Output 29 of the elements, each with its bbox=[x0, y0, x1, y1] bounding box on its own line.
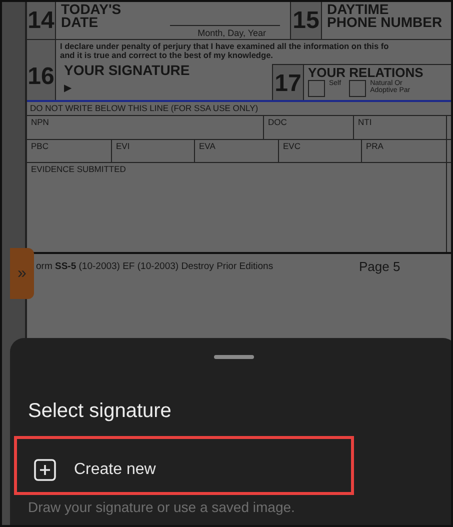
date-hint: Month, Day, Year bbox=[170, 25, 280, 38]
table-cell: EVC bbox=[279, 140, 362, 162]
declaration-text: I declare under penalty of perjury that I have examined all the information on this fo and it is true and correct to the best of my knowledge. bbox=[59, 40, 390, 60]
create-new-option[interactable]: Create new bbox=[14, 436, 354, 495]
field-number: 16 bbox=[27, 40, 56, 100]
sheet-description: Draw your signature or use a saved image. bbox=[28, 499, 296, 515]
field-title: YOUR SIGNATURE bbox=[64, 62, 191, 78]
table-cell: NPN bbox=[27, 116, 264, 139]
field-title: DAYTIME PHONE NUMBER bbox=[327, 3, 444, 29]
form-edition: orm SS-5 (10-2003) EF (10-2003) Destroy Prior Editions bbox=[36, 260, 274, 272]
field-number: 15 bbox=[290, 2, 322, 39]
field-number: 17 bbox=[272, 64, 304, 100]
table-cell: PBC bbox=[27, 140, 112, 162]
drag-handle[interactable] bbox=[214, 355, 254, 359]
page-number: Page 5 bbox=[359, 258, 400, 274]
checkbox[interactable] bbox=[308, 80, 325, 97]
table-cell: EVA bbox=[195, 140, 279, 162]
checkbox[interactable] bbox=[349, 80, 366, 97]
field-title: TODAY'S DATE bbox=[61, 3, 122, 29]
arrow-marker: ▶ bbox=[64, 82, 73, 94]
field-title: YOUR RELATIONS bbox=[308, 65, 424, 80]
table-cell: NTI bbox=[354, 116, 447, 139]
sheet-title: Select signature bbox=[28, 400, 172, 423]
field-number: 14 bbox=[27, 2, 56, 39]
table-cell: EVI bbox=[112, 140, 195, 162]
section-heading: DO NOT WRITE BELOW THIS LINE (FOR SSA USE ONLY) bbox=[27, 102, 451, 116]
plus-icon bbox=[34, 458, 56, 480]
table-cell: PRA bbox=[362, 140, 447, 162]
table-cell: DOC bbox=[264, 116, 354, 139]
